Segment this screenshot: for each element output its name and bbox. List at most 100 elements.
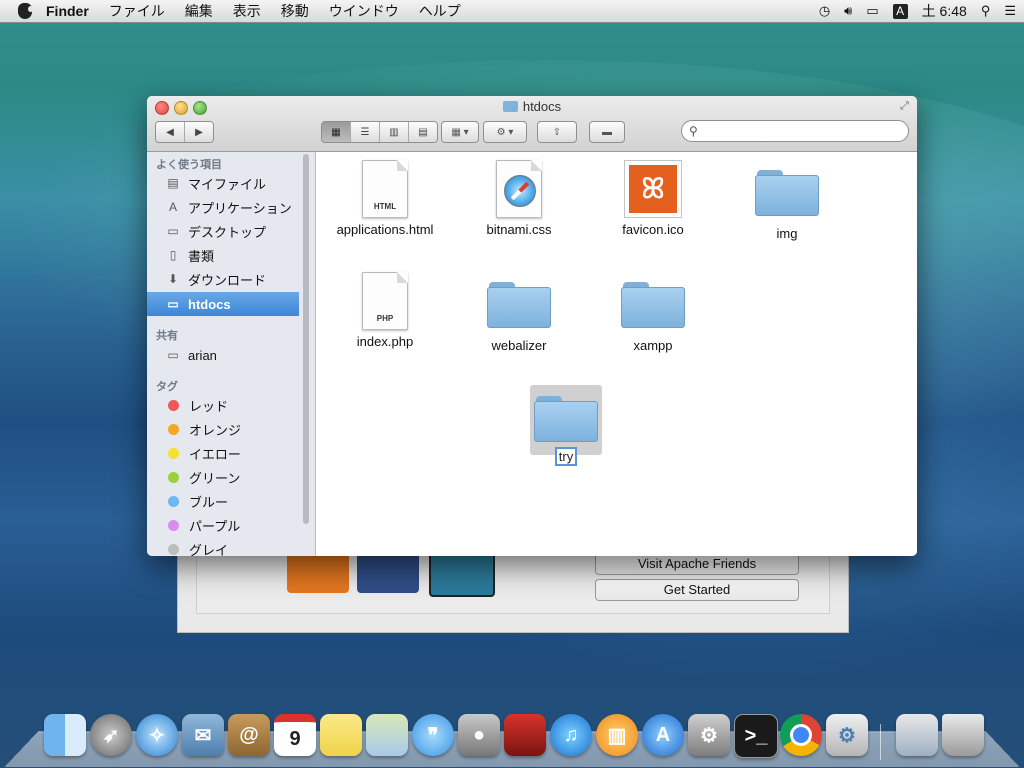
menu-edit[interactable]: 編集: [185, 1, 213, 21]
messages-icon[interactable]: ❞: [412, 714, 454, 756]
facebook-icon[interactable]: [357, 553, 419, 593]
spotlight-icon[interactable]: ⚲: [981, 3, 991, 19]
chrome-icon[interactable]: [780, 714, 822, 756]
contacts-icon[interactable]: @: [228, 714, 270, 756]
column-view-icon[interactable]: ▥: [380, 122, 409, 142]
action-menu-button[interactable]: ⚙ ▾: [483, 121, 527, 143]
sidebar: よく使う項目 ▤ マイファイル A アプリケーション ▭ デスクトップ ▯ 書類 ⬇ ダウ…: [147, 152, 316, 556]
sidebar-scrollbar[interactable]: [302, 152, 310, 524]
sidebar-item-all-my-files[interactable]: ▤ マイファイル: [147, 171, 299, 195]
arrange-menu-button[interactable]: ▦ ▾: [441, 121, 479, 143]
file-item[interactable]: xampp: [588, 278, 718, 353]
apple-menu-icon[interactable]: [18, 3, 33, 19]
xampp-manager-window: Visit Apache Friends Get Started: [177, 552, 849, 633]
trash-icon[interactable]: [942, 714, 984, 756]
list-view-icon[interactable]: ☰: [351, 122, 380, 142]
fullscreen-icon[interactable]: ⤢: [900, 100, 912, 112]
visit-apache-friends-button[interactable]: Visit Apache Friends: [595, 553, 799, 575]
safari-icon[interactable]: ✧: [136, 714, 178, 756]
forward-arrow-icon[interactable]: ▶: [185, 122, 213, 142]
system-preferences-icon[interactable]: ⚙: [688, 714, 730, 756]
sidebar-tag-red[interactable]: レッド: [147, 393, 299, 417]
file-item[interactable]: HTML applications.html: [320, 160, 450, 237]
scrollbar-thumb[interactable]: [303, 154, 309, 524]
computer-icon: ▭: [167, 348, 179, 362]
maps-icon[interactable]: [366, 714, 408, 756]
sidebar-item-label: グレイ: [189, 542, 229, 557]
sidebar-tag-yellow[interactable]: イエロー: [147, 441, 299, 465]
sidebar-item-downloads[interactable]: ⬇ ダウンロード: [147, 267, 299, 291]
input-source-indicator[interactable]: A: [892, 3, 908, 19]
share-button[interactable]: ⇪: [537, 121, 577, 143]
menu-app-name[interactable]: Finder: [46, 3, 89, 19]
sidebar-tag-blue[interactable]: ブルー: [147, 489, 299, 513]
menu-clock[interactable]: 土 6:48: [922, 1, 967, 21]
icon-view-icon[interactable]: ▦: [322, 122, 351, 142]
file-item[interactable]: PHP index.php: [320, 272, 450, 349]
menu-file[interactable]: ファイル: [109, 1, 165, 21]
sidebar-item-documents[interactable]: ▯ 書類: [147, 243, 299, 267]
finder-icon[interactable]: [44, 714, 86, 756]
terminal-icon[interactable]: >_: [734, 714, 778, 758]
sidebar-header-favorites: よく使う項目: [156, 159, 222, 171]
sidebar-tag-purple[interactable]: パープル: [147, 513, 299, 537]
rename-field[interactable]: try: [554, 447, 578, 466]
sidebar-tag-gray[interactable]: グレイ: [147, 537, 299, 556]
sidebar-item-htdocs[interactable]: ▭ htdocs: [147, 292, 299, 316]
notification-center-icon[interactable]: ☰: [1004, 3, 1016, 19]
sidebar-item-desktop[interactable]: ▭ デスクトップ: [147, 219, 299, 243]
photo-booth-icon[interactable]: [504, 714, 546, 756]
menu-help[interactable]: ヘルプ: [419, 1, 461, 21]
facetime-icon[interactable]: ●: [458, 714, 500, 756]
xampp-manager-icon[interactable]: ⚙: [826, 714, 868, 756]
tag-color-dot: [168, 423, 179, 435]
battery-icon[interactable]: ▭: [866, 3, 878, 19]
sidebar-item-label: アプリケーション: [188, 200, 292, 216]
file-name: applications.html: [336, 222, 434, 237]
search-icon: ⚲: [689, 124, 698, 138]
sidebar-item-arian[interactable]: ▭ arian: [147, 343, 299, 367]
file-name: bitnami.css: [486, 222, 552, 237]
html-document-icon: HTML: [362, 160, 408, 218]
xampp-icon: ꕤ: [624, 160, 682, 218]
notes-icon[interactable]: [320, 714, 362, 756]
file-item-selected[interactable]: try: [501, 392, 631, 466]
file-item[interactable]: bitnami.css: [454, 160, 584, 237]
cover-flow-view-icon[interactable]: ▤: [409, 122, 437, 142]
sidebar-item-applications[interactable]: A アプリケーション: [147, 195, 299, 219]
twitter-icon[interactable]: [429, 553, 495, 597]
ibooks-icon[interactable]: ▥: [596, 714, 638, 756]
sidebar-item-label: 書類: [188, 248, 215, 264]
sidebar-tag-green[interactable]: グリーン: [147, 465, 299, 489]
volume-icon[interactable]: 🔊︎: [844, 3, 852, 19]
sidebar-item-label: マイファイル: [188, 176, 267, 192]
sidebar-header-tags: タグ: [156, 381, 178, 393]
app-store-icon[interactable]: A: [642, 714, 684, 756]
menu-view[interactable]: 表示: [233, 1, 261, 21]
calendar-icon[interactable]: 9: [274, 714, 316, 756]
menu-go[interactable]: 移動: [281, 1, 309, 21]
xampp-logo-icon[interactable]: [287, 553, 349, 593]
sidebar-item-label: htdocs: [188, 296, 231, 312]
get-started-button[interactable]: Get Started: [595, 579, 799, 601]
gear-icon: ⚙ ▾: [496, 126, 514, 138]
desktop-stack-icon[interactable]: [896, 714, 938, 756]
xampp-panel: Visit Apache Friends Get Started: [196, 553, 830, 614]
itunes-icon[interactable]: ♫: [550, 714, 592, 756]
file-item[interactable]: img: [722, 166, 852, 241]
folder-icon: [755, 166, 819, 216]
launchpad-icon[interactable]: ➶: [90, 714, 132, 756]
search-input[interactable]: [704, 122, 903, 140]
view-mode-control: ▦ ☰ ▥ ▤: [321, 121, 438, 143]
mail-icon[interactable]: ✉: [182, 714, 224, 756]
menu-window[interactable]: ウインドウ: [329, 1, 399, 21]
time-machine-icon[interactable]: ◷: [819, 3, 830, 19]
file-item[interactable]: ꕤ favicon.ico: [588, 160, 718, 237]
edit-tags-button[interactable]: ▬: [589, 121, 625, 143]
search-field[interactable]: ⚲: [681, 120, 909, 142]
sidebar-item-label: デスクトップ: [188, 224, 267, 240]
folder-icon: [621, 278, 685, 328]
sidebar-tag-orange[interactable]: オレンジ: [147, 417, 299, 441]
file-item[interactable]: webalizer: [454, 278, 584, 353]
back-arrow-icon[interactable]: ◀: [156, 122, 185, 142]
